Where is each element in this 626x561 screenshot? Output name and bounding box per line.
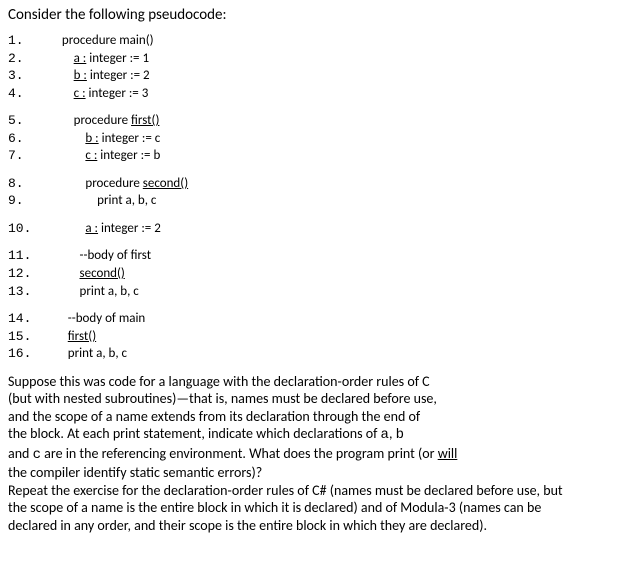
line-number: 11. bbox=[8, 247, 56, 265]
code-blank-line bbox=[8, 165, 618, 175]
code-line: 4. c : integer := 3 bbox=[8, 85, 618, 103]
code-content: b : integer := 2 bbox=[56, 67, 150, 85]
code-ref-a: a bbox=[381, 427, 389, 443]
line-number: 1. bbox=[8, 32, 56, 50]
code-content: first() bbox=[56, 328, 96, 346]
code-content: print a, b, c bbox=[56, 192, 156, 210]
q-line: the compiler identify static semantic er… bbox=[8, 464, 262, 481]
line-number: 14. bbox=[8, 310, 56, 328]
code-line: 11. --body of first bbox=[8, 247, 618, 265]
code-content: --body of main bbox=[56, 310, 145, 328]
code-line: 15. first() bbox=[8, 328, 618, 346]
line-number: 10. bbox=[8, 220, 56, 238]
code-content: second() bbox=[56, 265, 125, 283]
line-number: 4. bbox=[8, 85, 56, 103]
code-line: 2. a : integer := 1 bbox=[8, 50, 618, 68]
q-line: Suppose this was code for a language wit… bbox=[8, 373, 430, 390]
code-line: 9. print a, b, c bbox=[8, 192, 618, 210]
q-line: declared in any order, and their scope i… bbox=[8, 517, 487, 534]
line-number: 12. bbox=[8, 265, 56, 283]
q-line: and the scope of a name extends from its… bbox=[8, 408, 420, 425]
line-number: 2. bbox=[8, 50, 56, 68]
code-blank-line bbox=[8, 210, 618, 220]
q-line: the scope of a name is the entire block … bbox=[8, 499, 541, 516]
q-text: are in the referencing environment. What… bbox=[41, 445, 438, 462]
code-content: a : integer := 2 bbox=[56, 220, 161, 238]
q-line: and bbox=[8, 445, 33, 462]
code-content: procedure second() bbox=[56, 175, 188, 193]
code-content: procedure first() bbox=[56, 112, 159, 130]
line-number: 9. bbox=[8, 192, 56, 210]
code-content: --body of first bbox=[56, 247, 151, 265]
code-content: procedure main() bbox=[56, 32, 154, 50]
line-number: 3. bbox=[8, 67, 56, 85]
code-ref-b: b bbox=[396, 427, 404, 443]
q-line: the block. At each print statement, indi… bbox=[8, 425, 381, 442]
intro-text: Consider the following pseudocode: bbox=[8, 6, 618, 24]
code-line: 7. c : integer := b bbox=[8, 147, 618, 165]
code-line: 1. procedure main() bbox=[8, 32, 618, 50]
code-line: 14. --body of main bbox=[8, 310, 618, 328]
code-content: b : integer := c bbox=[56, 130, 160, 148]
q-line: (but with nested subroutines)—that is, n… bbox=[8, 390, 437, 407]
line-number: 8. bbox=[8, 175, 56, 193]
code-content: a : integer := 1 bbox=[56, 50, 149, 68]
question-paragraph: Suppose this was code for a language wit… bbox=[8, 373, 618, 535]
code-content: c : integer := b bbox=[56, 147, 160, 165]
code-blank-line bbox=[8, 237, 618, 247]
code-line: 5. procedure first() bbox=[8, 112, 618, 130]
line-number: 5. bbox=[8, 112, 56, 130]
code-line: 6. b : integer := c bbox=[8, 130, 618, 148]
line-number: 6. bbox=[8, 130, 56, 148]
code-content: print a, b, c bbox=[56, 283, 139, 301]
q-line: Repeat the exercise for the declaration-… bbox=[8, 482, 563, 499]
code-line: 12. second() bbox=[8, 265, 618, 283]
code-blank-line bbox=[8, 102, 618, 112]
code-blank-line bbox=[8, 300, 618, 310]
line-number: 16. bbox=[8, 345, 56, 363]
code-ref-c: c bbox=[33, 447, 41, 463]
line-number: 7. bbox=[8, 147, 56, 165]
code-content: c : integer := 3 bbox=[56, 85, 148, 103]
page: Consider the following pseudocode: 1. pr… bbox=[0, 0, 626, 542]
q-underline-will: will bbox=[438, 445, 458, 462]
code-content: print a, b, c bbox=[56, 345, 127, 363]
code-line: 13. print a, b, c bbox=[8, 283, 618, 301]
code-line: 8. procedure second() bbox=[8, 175, 618, 193]
line-number: 15. bbox=[8, 328, 56, 346]
line-number: 13. bbox=[8, 283, 56, 301]
code-line: 10. a : integer := 2 bbox=[8, 220, 618, 238]
pseudocode-block: 1. procedure main()2. a : integer := 13.… bbox=[8, 32, 618, 363]
code-line: 3. b : integer := 2 bbox=[8, 67, 618, 85]
code-line: 16. print a, b, c bbox=[8, 345, 618, 363]
q-text: , bbox=[389, 425, 396, 442]
